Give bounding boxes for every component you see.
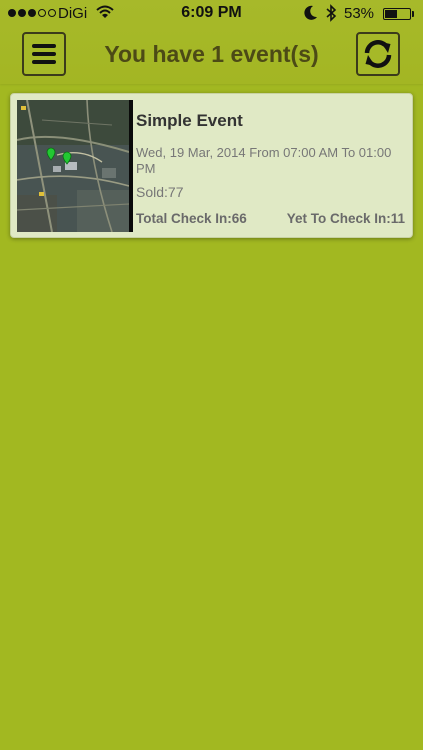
event-title: Simple Event	[136, 111, 243, 130]
map-thumbnail	[17, 100, 133, 232]
battery-tip	[412, 11, 414, 17]
yet-to-check-in: Yet To Check In:11	[286, 211, 405, 226]
battery-percent: 53%	[344, 5, 375, 22]
bluetooth-icon	[326, 4, 337, 22]
page-title: You have 1 event(s)	[104, 41, 319, 67]
event-date-time: Wed, 19 Mar, 2014 From 07:00 AM To 01:00…	[136, 145, 392, 176]
status-bar: DiGi 6:09 PM 53%	[0, 0, 423, 28]
moon-icon	[304, 5, 317, 20]
map-image	[17, 100, 129, 232]
menu-button[interactable]	[22, 32, 66, 76]
battery-icon	[383, 8, 411, 20]
event-sold-count: Sold:77	[136, 184, 184, 200]
total-check-in: Total Check In:66	[136, 211, 247, 226]
refresh-button[interactable]	[356, 32, 400, 76]
top-bar: DiGi 6:09 PM 53% You have 1 event(s)	[0, 0, 423, 84]
refresh-icon	[364, 40, 392, 68]
battery-level-fill	[385, 10, 397, 18]
event-card[interactable]: Simple Event Wed, 19 Mar, 2014 From 07:0…	[10, 93, 413, 238]
hamburger-menu-icon	[32, 44, 56, 64]
